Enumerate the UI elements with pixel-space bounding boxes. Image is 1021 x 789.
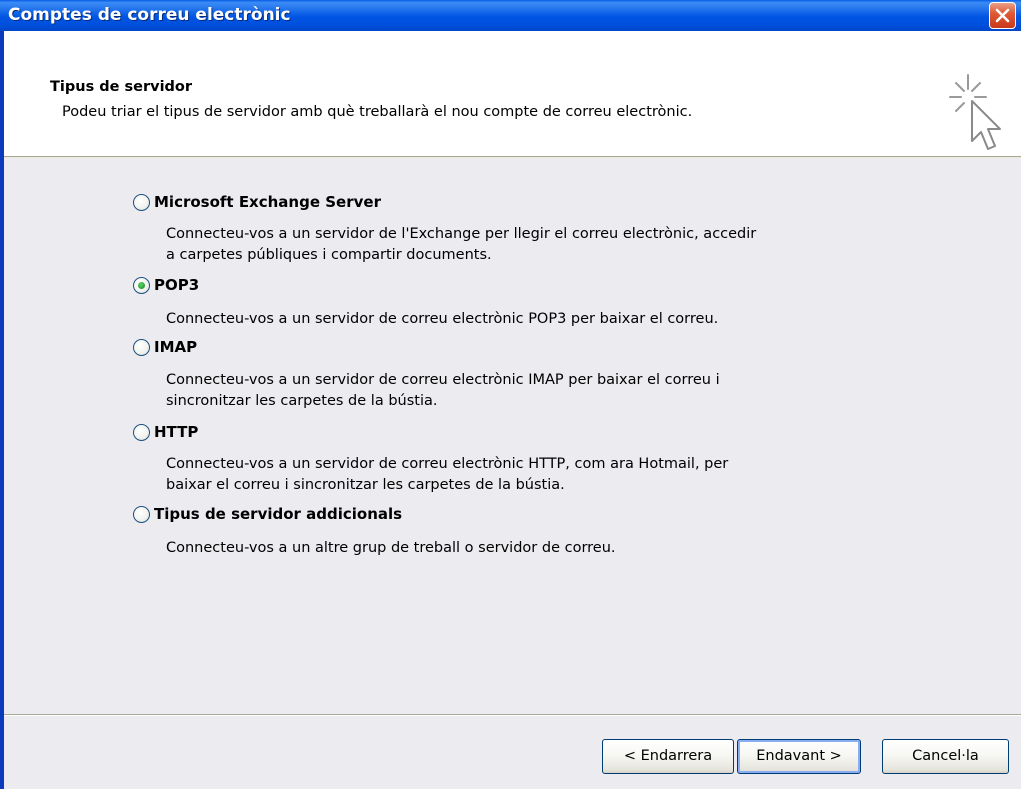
radio-pop3[interactable]: [133, 276, 150, 294]
option-label: Tipus de servidor addicionals: [154, 505, 403, 523]
radio-exchange[interactable]: [133, 193, 150, 211]
close-button[interactable]: [989, 2, 1016, 29]
close-icon: [995, 8, 1010, 23]
title-bar[interactable]: Comptes de correu electrònic: [0, 0, 1021, 31]
cursor-sparkle-icon: [949, 74, 1001, 150]
option-imap[interactable]: IMAP: [133, 336, 197, 358]
window-title: Comptes de correu electrònic: [8, 5, 291, 25]
option-additional[interactable]: Tipus de servidor addicionals: [133, 503, 402, 525]
cancel-button[interactable]: Cancel·la: [882, 739, 1009, 774]
radio-http[interactable]: [133, 423, 150, 441]
option-description: Connecteu-vos a un servidor de correu el…: [166, 372, 720, 409]
option-description: Connecteu-vos a un servidor de correu el…: [166, 311, 719, 327]
option-description: Connecteu-vos a un servidor de l'Exchang…: [166, 226, 757, 263]
dialog-window: Comptes de correu electrònic Tipus de se…: [0, 0, 1021, 789]
button-bar: [4, 716, 1021, 789]
option-label: Microsoft Exchange Server: [154, 193, 381, 211]
option-description: Connecteu-vos a un servidor de correu el…: [166, 456, 729, 493]
radio-imap[interactable]: [133, 338, 150, 356]
option-description: Connecteu-vos a un altre grup de treball…: [166, 540, 616, 556]
page-description: Podeu triar el tipus de servidor amb què…: [62, 104, 693, 120]
next-button[interactable]: Endavant >: [737, 739, 861, 774]
option-pop3[interactable]: POP3: [133, 274, 199, 296]
option-http[interactable]: HTTP: [133, 421, 198, 443]
page-title: Tipus de servidor: [50, 79, 193, 95]
option-label: IMAP: [154, 338, 198, 356]
option-label: POP3: [154, 276, 200, 294]
wizard-header: Tipus de servidor Podeu triar el tipus d…: [4, 31, 1021, 157]
option-label: HTTP: [154, 423, 199, 441]
option-exchange[interactable]: Microsoft Exchange Server: [133, 191, 381, 213]
back-button[interactable]: < Endarrera: [602, 739, 734, 774]
radio-additional[interactable]: [133, 505, 150, 523]
